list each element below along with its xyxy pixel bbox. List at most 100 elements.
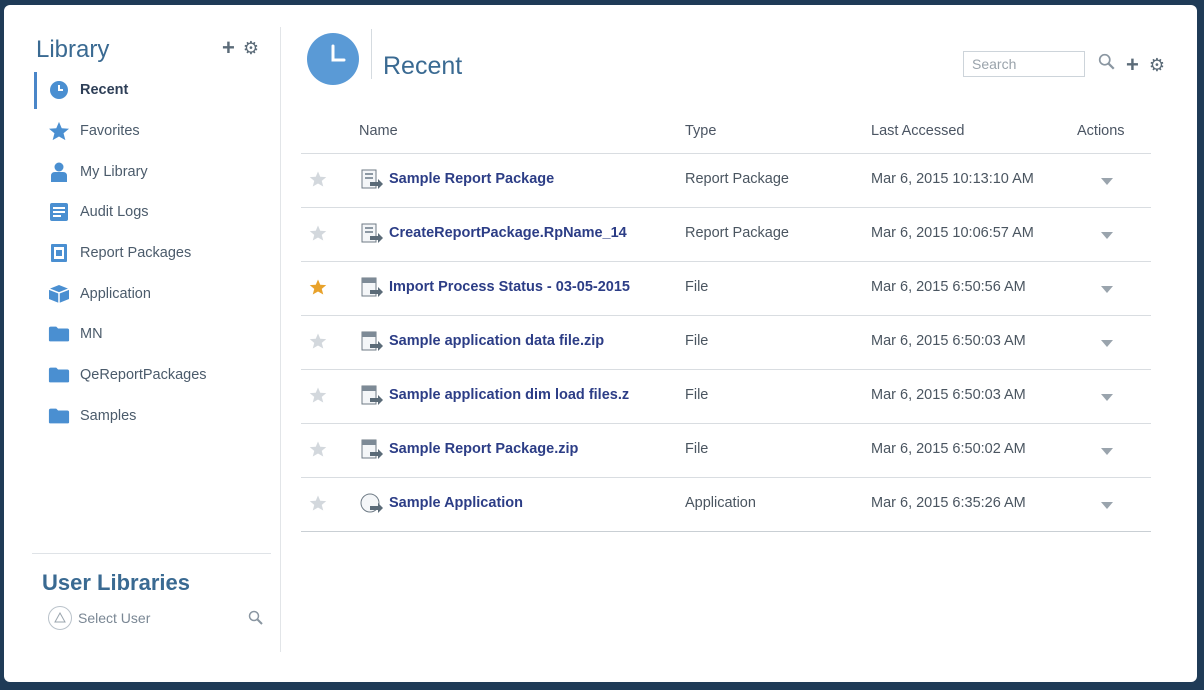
sidebar-item-samples[interactable]: Samples xyxy=(34,396,269,437)
sidebar-item-label: QeReportPackages xyxy=(80,367,207,384)
star-icon xyxy=(48,121,70,141)
library-sidebar: Library + ⚙ Recent Favorites My Library … xyxy=(26,30,271,650)
sidebar-item-label: Audit Logs xyxy=(80,204,149,221)
sidebar-item-label: Recent xyxy=(80,82,129,99)
cube-icon xyxy=(48,284,70,304)
search-icon[interactable] xyxy=(1098,53,1116,76)
favorite-star-icon[interactable] xyxy=(309,278,327,296)
star-icon[interactable] xyxy=(309,224,327,242)
item-name-link[interactable]: Sample application dim load files.z xyxy=(389,387,681,403)
sidebar-item-audit-logs[interactable]: Audit Logs xyxy=(34,192,269,233)
table-row[interactable]: Sample Application Application Mar 6, 2015… xyxy=(301,478,1151,532)
item-type: Report Package xyxy=(685,171,789,187)
select-user-label: Select User xyxy=(78,610,151,626)
item-last-accessed: Mar 6, 2015 10:13:10 AM xyxy=(871,171,1034,187)
title-separator xyxy=(371,29,372,79)
item-type: File xyxy=(685,387,709,403)
folder-icon xyxy=(48,365,70,385)
actions-dropdown-icon[interactable] xyxy=(1101,174,1113,190)
column-header-type[interactable]: Type xyxy=(685,123,716,139)
column-header-last-accessed[interactable]: Last Accessed xyxy=(871,123,965,139)
sidebar-item-qereportpackages[interactable]: QeReportPackages xyxy=(34,355,269,396)
actions-dropdown-icon[interactable] xyxy=(1101,228,1113,244)
item-name-link[interactable]: Sample Report Package.zip xyxy=(389,441,681,457)
log-icon xyxy=(48,202,70,222)
actions-dropdown-icon[interactable] xyxy=(1101,282,1113,298)
library-actions: + ⚙ xyxy=(222,37,259,59)
file-icon xyxy=(359,276,385,300)
sidebar-divider xyxy=(32,553,271,554)
sidebar-item-application[interactable]: Application xyxy=(34,273,269,314)
report-package-icon xyxy=(48,243,70,263)
folder-icon xyxy=(48,324,70,344)
library-settings-button[interactable]: ⚙ xyxy=(243,38,259,58)
sidebar-item-label: Application xyxy=(80,285,151,302)
actions-dropdown-icon[interactable] xyxy=(1101,390,1113,406)
item-name-link[interactable]: Sample Report Package xyxy=(389,171,681,187)
file-icon xyxy=(359,384,385,408)
table-row[interactable]: CreateReportPackage.RpName_14 Report Pack… xyxy=(301,208,1151,262)
application-icon xyxy=(359,492,385,516)
star-icon[interactable] xyxy=(309,332,327,350)
file-icon xyxy=(359,330,385,354)
sidebar-item-report-packages[interactable]: Report Packages xyxy=(34,233,269,274)
user-libraries-title: User Libraries xyxy=(42,570,190,595)
item-name-link[interactable]: CreateReportPackage.RpName_14 xyxy=(389,225,681,241)
sidebar-item-recent[interactable]: Recent xyxy=(34,70,269,111)
top-actions: + ⚙ xyxy=(1098,53,1165,76)
actions-dropdown-icon[interactable] xyxy=(1101,444,1113,460)
table-row[interactable]: Sample Report Package.zip File Mar 6, 2015… xyxy=(301,424,1151,478)
item-name-link[interactable]: Import Process Status - 03-05-2015 xyxy=(389,279,681,295)
item-type: File xyxy=(685,279,709,295)
column-header-name[interactable]: Name xyxy=(359,123,398,139)
sidebar-item-label: Samples xyxy=(80,407,137,424)
item-last-accessed: Mar 6, 2015 6:50:03 AM xyxy=(871,387,1026,403)
table-row[interactable]: Sample Report Package Report Package Mar 6… xyxy=(301,154,1151,208)
main-panel: Recent + ⚙ Name Type Last Accessed Actio… xyxy=(301,27,1181,647)
item-type: File xyxy=(685,333,709,349)
item-last-accessed: Mar 6, 2015 10:06:57 AM xyxy=(871,225,1034,241)
sidebar-item-label: Report Packages xyxy=(80,245,192,262)
settings-button[interactable]: ⚙ xyxy=(1149,55,1165,75)
folder-icon xyxy=(48,406,70,426)
star-icon[interactable] xyxy=(309,440,327,458)
report-package-icon xyxy=(359,168,385,192)
recent-table: Name Type Last Accessed Actions Sample R… xyxy=(301,117,1151,532)
table-row[interactable]: Import Process Status - 03-05-2015 File Ma… xyxy=(301,262,1151,316)
actions-dropdown-icon[interactable] xyxy=(1101,498,1113,514)
item-last-accessed: Mar 6, 2015 6:35:26 AM xyxy=(871,495,1026,511)
search-input[interactable] xyxy=(963,51,1085,77)
star-icon[interactable] xyxy=(309,494,327,512)
item-type: Application xyxy=(685,495,756,511)
sidebar-separator xyxy=(280,27,281,652)
user-placeholder-icon xyxy=(48,606,72,630)
sidebar-item-label: Favorites xyxy=(80,123,140,140)
star-icon[interactable] xyxy=(309,386,327,404)
user-search-icon[interactable] xyxy=(248,610,264,631)
add-library-button[interactable]: + xyxy=(222,37,235,59)
select-user-control[interactable]: Select User xyxy=(48,606,150,630)
table-row[interactable]: Sample application data file.zip File Mar … xyxy=(301,316,1151,370)
column-header-actions: Actions xyxy=(1077,123,1125,139)
sidebar-item-favorites[interactable]: Favorites xyxy=(34,111,269,152)
item-type: File xyxy=(685,441,709,457)
item-last-accessed: Mar 6, 2015 6:50:56 AM xyxy=(871,279,1026,295)
recent-clock-icon xyxy=(307,33,359,85)
report-package-icon xyxy=(359,222,385,246)
sidebar-item-my-library[interactable]: My Library xyxy=(34,151,269,192)
app-window: Library + ⚙ Recent Favorites My Library … xyxy=(4,5,1197,682)
sidebar-item-label: My Library xyxy=(80,163,148,180)
actions-dropdown-icon[interactable] xyxy=(1101,336,1113,352)
item-last-accessed: Mar 6, 2015 6:50:02 AM xyxy=(871,441,1026,457)
add-button[interactable]: + xyxy=(1126,53,1139,75)
item-name-link[interactable]: Sample Application xyxy=(389,495,681,511)
item-name-link[interactable]: Sample application data file.zip xyxy=(389,333,681,349)
star-icon[interactable] xyxy=(309,170,327,188)
library-nav: Recent Favorites My Library Audit Logs R… xyxy=(34,70,269,436)
item-type: Report Package xyxy=(685,225,789,241)
sidebar-item-mn[interactable]: MN xyxy=(34,314,269,355)
clock-icon xyxy=(48,80,70,100)
file-icon xyxy=(359,438,385,462)
item-last-accessed: Mar 6, 2015 6:50:03 AM xyxy=(871,333,1026,349)
table-row[interactable]: Sample application dim load files.z File M… xyxy=(301,370,1151,424)
